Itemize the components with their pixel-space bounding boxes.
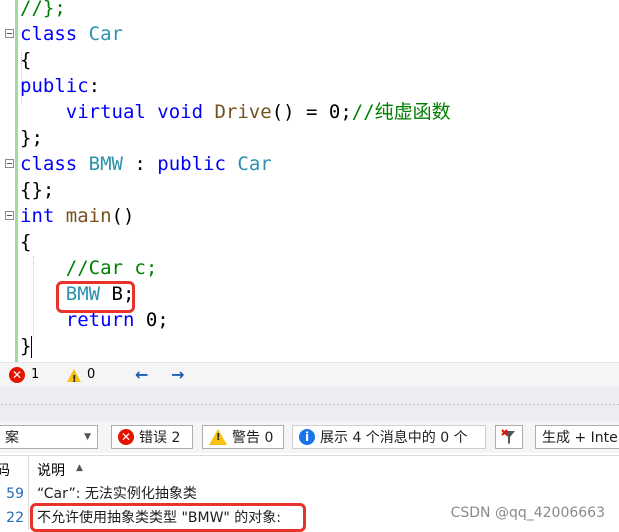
- error-icon: ✕: [9, 367, 25, 383]
- error-count-indicator[interactable]: ✕ 1: [9, 367, 39, 383]
- collapse-toggle-icon[interactable]: [5, 211, 14, 220]
- code-token: //};: [20, 0, 66, 19]
- error-count: 1: [31, 367, 40, 382]
- code-line[interactable]: virtual void Drive() = 0;//纯虚函数: [0, 99, 619, 125]
- splitter-grip: [0, 403, 619, 405]
- code-token: virtual: [20, 101, 158, 123]
- error-icon: ✕: [118, 429, 134, 445]
- code-line[interactable]: int main(): [0, 203, 619, 229]
- code-token: :: [88, 75, 101, 97]
- annotation-box-error-row: [30, 503, 306, 532]
- error-code: 22: [6, 510, 24, 526]
- warning-count-indicator[interactable]: ! 0: [67, 367, 96, 385]
- indent-guide: [21, 52, 22, 104]
- code-token: //纯虚函数: [351, 101, 451, 123]
- forward-arrow-icon[interactable]: →: [171, 367, 184, 383]
- code-token: Car: [88, 23, 123, 45]
- column-divider: [28, 482, 29, 506]
- error-list-toolbar: 案 ▼ ✕ 错误 2 ! 警告 0 i 展示 4 个消息中的 0 个 生成 + …: [0, 421, 619, 453]
- column-header-code[interactable]: 码: [0, 460, 10, 480]
- code-line[interactable]: };: [0, 125, 619, 151]
- sort-ascending-icon: ▲: [76, 463, 83, 473]
- code-token: void: [157, 101, 215, 123]
- editor-status-strip: ✕ 1 ! 0 ← →: [0, 362, 619, 387]
- error-list-header: 码 说明 ▲: [0, 455, 619, 483]
- collapse-toggle-icon[interactable]: [5, 159, 14, 168]
- code-editor[interactable]: //}; class Car{public: virtual void Drive…: [0, 0, 619, 362]
- code-text: {};: [20, 177, 54, 203]
- errors-filter-label: 错误 2: [139, 430, 181, 446]
- code-token: Car: [237, 153, 272, 175]
- warning-icon: !: [209, 429, 227, 445]
- code-token: {: [20, 231, 32, 253]
- messages-filter-button[interactable]: i 展示 4 个消息中的 0 个: [292, 425, 486, 449]
- code-token: class: [20, 23, 89, 45]
- code-token: main: [65, 205, 112, 227]
- code-line[interactable]: {};: [0, 177, 619, 203]
- collapse-toggle-icon[interactable]: [5, 29, 14, 38]
- column-divider[interactable]: [28, 456, 29, 482]
- code-text: };: [20, 125, 43, 151]
- code-token: (): [111, 205, 135, 227]
- error-code: 59: [6, 486, 24, 502]
- build-source-dropdown[interactable]: 生成 + Inte: [535, 425, 619, 449]
- indent-guide: [33, 256, 34, 338]
- code-text: class BMW : public Car: [20, 151, 272, 177]
- code-line[interactable]: //};: [0, 0, 619, 21]
- code-text: public:: [20, 73, 100, 99]
- code-text: //};: [20, 0, 66, 21]
- chevron-down-icon: ▼: [84, 432, 91, 442]
- code-token: };: [20, 127, 43, 149]
- column-divider: [28, 506, 29, 530]
- messages-filter-label: 展示 4 个消息中的 0 个: [320, 430, 468, 446]
- scope-dropdown-text: 案: [5, 430, 19, 446]
- build-source-text: 生成 + Inte: [542, 430, 618, 446]
- watermark: CSDN @qq_42006663: [450, 505, 605, 521]
- code-text: int main(): [20, 203, 134, 229]
- info-icon: i: [299, 429, 315, 445]
- clear-filter-icon: [501, 429, 515, 444]
- code-token: BMW: [88, 153, 123, 175]
- warnings-filter-label: 警告 0: [232, 430, 274, 446]
- code-token: :: [122, 153, 158, 175]
- code-line[interactable]: public:: [0, 73, 619, 99]
- code-text: {: [20, 229, 31, 255]
- code-text: }: [20, 333, 31, 359]
- code-token: class: [20, 153, 89, 175]
- clear-filter-button[interactable]: [495, 425, 523, 449]
- code-line[interactable]: {: [0, 229, 619, 255]
- code-text: class Car: [20, 21, 123, 47]
- warning-icon: !: [67, 368, 81, 385]
- code-token: int: [20, 205, 66, 227]
- code-token: public: [157, 153, 238, 175]
- code-token: Drive: [214, 101, 272, 123]
- errors-filter-button[interactable]: ✕ 错误 2: [111, 425, 193, 449]
- warnings-filter-button[interactable]: ! 警告 0: [202, 425, 284, 449]
- code-text: virtual void Drive() = 0;//纯虚函数: [20, 99, 451, 125]
- code-token: }: [20, 335, 32, 357]
- back-arrow-icon[interactable]: ←: [135, 367, 148, 383]
- code-token: 0;: [145, 309, 169, 331]
- code-line[interactable]: class BMW : public Car: [0, 151, 619, 177]
- code-token: //Car c;: [20, 257, 158, 279]
- text-caret: [31, 336, 32, 358]
- annotation-box-bmw-b: [56, 281, 135, 313]
- panel-splitter[interactable]: [0, 387, 619, 421]
- code-line[interactable]: class Car: [0, 21, 619, 47]
- warning-count: 0: [87, 367, 96, 382]
- scope-dropdown[interactable]: 案 ▼: [0, 425, 98, 449]
- code-token: () = 0;: [271, 101, 352, 123]
- code-token: {};: [20, 179, 55, 201]
- code-text: //Car c;: [20, 255, 158, 281]
- code-line[interactable]: {: [0, 47, 619, 73]
- code-line[interactable]: }: [0, 333, 619, 359]
- column-header-description[interactable]: 说明: [37, 460, 65, 480]
- code-token: public: [20, 75, 89, 97]
- code-line[interactable]: //Car c;: [0, 255, 619, 281]
